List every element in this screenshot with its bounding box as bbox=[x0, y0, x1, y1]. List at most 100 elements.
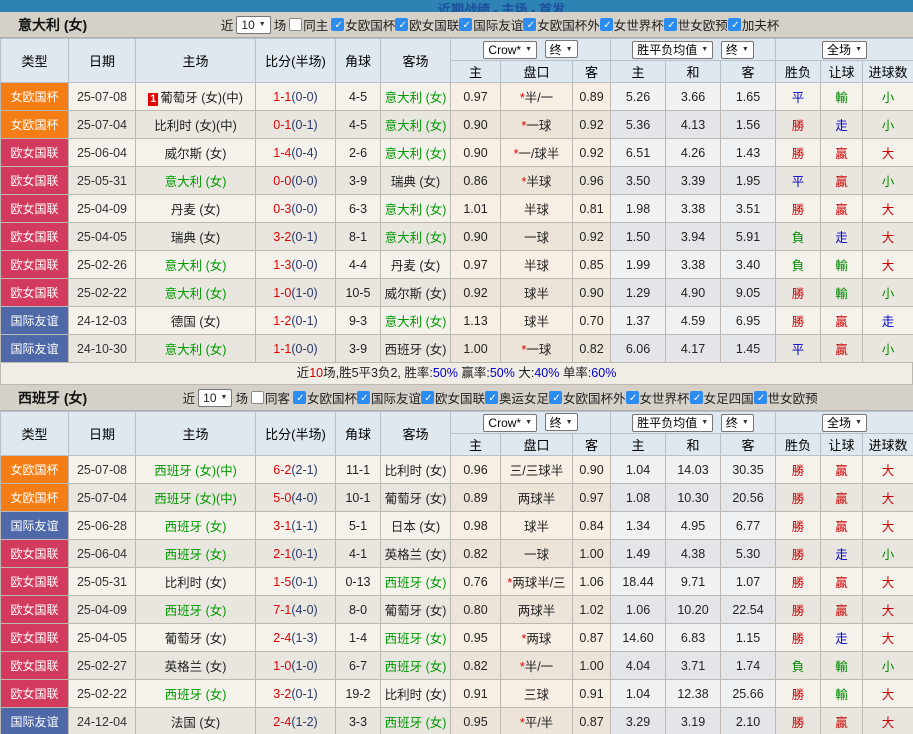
competition-filter[interactable]: 世女欧预 bbox=[753, 388, 818, 407]
result-wdl: 平 bbox=[775, 166, 822, 195]
home-odds: 1.00 bbox=[450, 334, 501, 363]
handicap-line: 三球 bbox=[500, 679, 573, 708]
competition-filter[interactable]: 女欧国杯外 bbox=[549, 388, 626, 407]
avg-draw-odds: 10.20 bbox=[665, 595, 721, 624]
scope-select[interactable]: 全场 ▼ bbox=[822, 413, 867, 432]
odds-provider-select[interactable]: Crow* ▼ bbox=[483, 40, 538, 59]
match-score: 3-1(1-1) bbox=[255, 511, 336, 540]
competition-filter[interactable]: 欧女国联 bbox=[421, 388, 485, 407]
home-team: 西班牙 (女) bbox=[135, 679, 256, 708]
record-summary: 近10场,胜5平3负2, 胜率:50% 赢率:50% 大:40% 单率:60% bbox=[0, 363, 913, 385]
competition-filter[interactable]: 世女欧预 bbox=[663, 15, 728, 34]
competition-filter[interactable]: 国际友谊 bbox=[356, 388, 421, 407]
checkbox-checked-icon[interactable] bbox=[292, 391, 307, 405]
competition-filter[interactable]: 女足四国 bbox=[689, 388, 754, 407]
avg-draw-odds: 3.38 bbox=[665, 250, 721, 279]
fulltime-score: 1-3 bbox=[273, 257, 292, 272]
halftime-score: (1-1) bbox=[291, 518, 318, 533]
competition-filter[interactable]: 女世界杯 bbox=[599, 15, 664, 34]
avg-stage-select[interactable]: 终 ▼ bbox=[720, 40, 754, 59]
recent-count-select[interactable]: 10 ▼ bbox=[236, 15, 271, 34]
result-handicap: 贏 bbox=[820, 511, 864, 540]
match-date: 24-10-30 bbox=[68, 334, 136, 363]
competition-filter[interactable]: 加夫杯 bbox=[727, 15, 779, 34]
result-goals: 小 bbox=[862, 334, 913, 363]
handicap-star: * bbox=[519, 660, 525, 674]
match-score: 1-1(0-0) bbox=[255, 334, 336, 363]
match-date: 25-02-22 bbox=[68, 679, 136, 708]
table-row: 女欧国杯 25-07-04 比利时 (女)(中) 0-1(0-1) 4-5 意大… bbox=[0, 110, 913, 139]
match-date: 24-12-04 bbox=[68, 707, 136, 734]
odds-stage-select[interactable]: 终 ▼ bbox=[544, 40, 578, 59]
avg-home-odds: 1.98 bbox=[610, 194, 666, 223]
checkbox-checked-icon[interactable] bbox=[625, 391, 640, 405]
result-handicap: 走 bbox=[820, 110, 864, 139]
checkbox-checked-icon[interactable] bbox=[753, 391, 768, 405]
match-date: 25-02-27 bbox=[68, 651, 136, 680]
competition-filter[interactable]: 女欧国杯 bbox=[331, 15, 395, 34]
match-type-badge: 欧女国联 bbox=[0, 595, 69, 624]
checkbox-checked-icon[interactable] bbox=[689, 391, 704, 405]
corners: 3-9 bbox=[335, 166, 381, 195]
chevron-down-icon: ▼ bbox=[565, 418, 573, 426]
recent-count-select[interactable]: 10 ▼ bbox=[198, 388, 233, 407]
chevron-down-icon: ▼ bbox=[855, 46, 862, 53]
checkbox-checked-icon[interactable] bbox=[459, 18, 473, 32]
competition-filter[interactable]: 女欧国杯 bbox=[292, 388, 357, 407]
result-wdl: 勝 bbox=[775, 306, 822, 335]
avg-type-select[interactable]: 胜平负均值 ▼ bbox=[632, 40, 714, 59]
checkbox-checked-icon[interactable] bbox=[523, 18, 537, 32]
odds-stage-select[interactable]: 终 ▼ bbox=[544, 413, 578, 432]
avg-away-odds: 1.56 bbox=[719, 110, 777, 139]
avg-stage-select[interactable]: 终 ▼ bbox=[720, 413, 754, 432]
result-goals: 小 bbox=[862, 82, 913, 111]
avg-away-odds: 5.91 bbox=[719, 222, 777, 251]
checkbox-checked-icon[interactable] bbox=[663, 18, 678, 32]
competition-filter[interactable]: 欧女国联 bbox=[395, 15, 459, 34]
checkbox-checked-icon[interactable] bbox=[727, 18, 742, 32]
competition-filter[interactable]: 女世界杯 bbox=[625, 388, 690, 407]
checkbox-checked-icon[interactable] bbox=[421, 391, 435, 405]
same-venue-filter[interactable]: 同客 bbox=[250, 388, 290, 407]
avg-type-select[interactable]: 胜平负均值 ▼ bbox=[632, 413, 714, 432]
result-wdl: 勝 bbox=[775, 595, 822, 624]
halftime-score: (1-0) bbox=[291, 658, 318, 673]
handicap-line: 球半 bbox=[500, 306, 573, 335]
chevron-down-icon: ▼ bbox=[701, 419, 709, 426]
team-name: 瑞典 (女) bbox=[170, 231, 221, 245]
scope-select[interactable]: 全场 ▼ bbox=[822, 40, 867, 59]
match-score: 0-0(0-0) bbox=[255, 166, 336, 195]
match-date: 25-04-05 bbox=[68, 623, 136, 652]
team-name: 葡萄牙 (女) bbox=[384, 604, 447, 618]
odds-provider-select[interactable]: Crow* ▼ bbox=[483, 413, 538, 432]
away-odds: 0.82 bbox=[572, 334, 611, 363]
result-handicap: 輸 bbox=[820, 250, 864, 279]
checkbox-checked-icon[interactable] bbox=[599, 18, 614, 32]
handicap-star: * bbox=[521, 119, 527, 133]
team-name: 丹麦 (女) bbox=[390, 259, 441, 273]
same-venue-filter[interactable]: 同主 bbox=[289, 15, 328, 34]
checkbox-checked-icon[interactable] bbox=[395, 18, 409, 32]
checkbox-checked-icon[interactable] bbox=[331, 18, 345, 32]
checkbox-checked-icon[interactable] bbox=[485, 391, 499, 405]
result-goals: 大 bbox=[862, 250, 913, 279]
competition-filter[interactable]: 女欧国杯外 bbox=[523, 15, 600, 34]
checkbox-unchecked-icon[interactable] bbox=[250, 391, 264, 404]
avg-away-odds: 5.30 bbox=[719, 539, 777, 568]
col-header-home: 主场 bbox=[135, 411, 256, 456]
checkbox-checked-icon[interactable] bbox=[356, 391, 371, 405]
competition-filter[interactable]: 奥运女足 bbox=[485, 388, 549, 407]
corners: 4-5 bbox=[335, 110, 381, 139]
matches-label: 场 bbox=[235, 392, 248, 406]
away-team: 西班牙 (女) bbox=[380, 623, 451, 652]
match-date: 25-07-04 bbox=[68, 110, 136, 139]
home-team: 西班牙 (女) bbox=[135, 511, 256, 540]
checkbox-unchecked-icon[interactable] bbox=[289, 18, 303, 31]
corners: 3-9 bbox=[335, 334, 381, 363]
col-header-avg-draw: 和 bbox=[665, 433, 721, 456]
home-team: 葡萄牙 (女) bbox=[135, 623, 256, 652]
match-score: 3-2(0-1) bbox=[255, 679, 336, 708]
competition-filter[interactable]: 国际友谊 bbox=[459, 15, 523, 34]
home-odds: 0.90 bbox=[450, 138, 501, 167]
checkbox-checked-icon[interactable] bbox=[549, 391, 563, 405]
